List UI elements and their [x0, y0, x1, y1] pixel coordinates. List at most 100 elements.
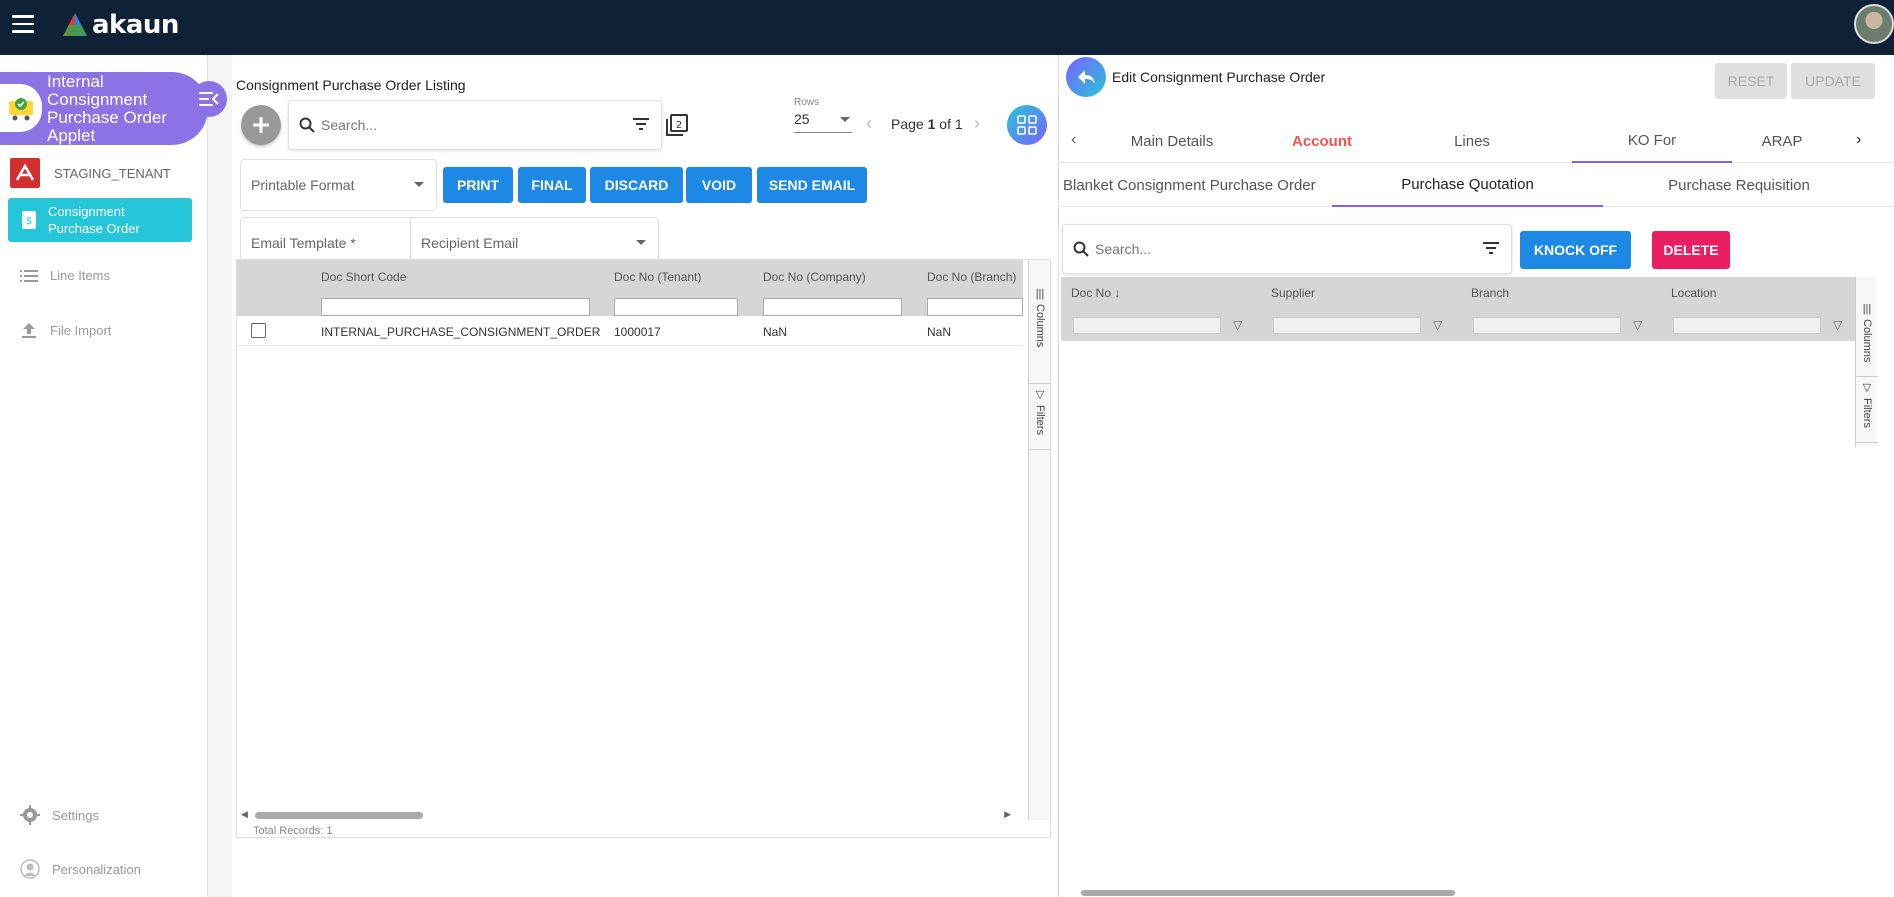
funnel-icon[interactable]: ▽	[1233, 318, 1242, 332]
akaun-logo[interactable]: akaun	[62, 9, 179, 41]
sidebar-item-consignment-purchase-order[interactable]: $ Consignment Purchase Order	[8, 198, 192, 242]
editor-title: Edit Consignment Purchase Order	[1112, 69, 1326, 85]
ko-for-subtabs: Blanket Consignment Purchase Order Purch…	[1059, 163, 1894, 207]
tab-lines[interactable]: Lines	[1397, 119, 1547, 163]
tabs-scroll-left-icon[interactable]: ‹	[1071, 131, 1076, 149]
print-button[interactable]: PRINT	[443, 167, 513, 203]
column-filter-input[interactable]	[1473, 317, 1621, 334]
column-header[interactable]: Location	[1671, 286, 1716, 300]
funnel-icon: ▽	[1035, 389, 1045, 401]
tenant-name: STAGING_TENANT	[54, 165, 171, 181]
column-filter-input[interactable]	[927, 298, 1023, 316]
grid-view-toggle[interactable]	[1007, 105, 1047, 145]
funnel-icon[interactable]: ▽	[1433, 318, 1442, 332]
column-filter-input[interactable]	[1673, 317, 1821, 334]
editor-panel: Edit Consignment Purchase Order RESET UP…	[1058, 55, 1894, 897]
total-records: Total Records: 1	[253, 825, 333, 837]
gear-icon	[20, 805, 40, 825]
table-row[interactable]: INTERNAL_PURCHASE_CONSIGNMENT_ORDER 1000…	[237, 316, 1023, 346]
column-header-doc-no[interactable]: Doc No ↓	[1071, 286, 1120, 300]
subtab-purchase-requisition[interactable]: Purchase Requisition	[1603, 163, 1875, 207]
column-header[interactable]: Supplier	[1271, 286, 1315, 300]
tab-arap[interactable]: ARAP	[1752, 119, 1812, 163]
sidebar-item-settings[interactable]: Settings	[20, 805, 99, 825]
filters-tool-label: Filters	[1861, 398, 1873, 428]
funnel-icon: ▽	[1862, 382, 1872, 394]
filter-icon[interactable]	[633, 118, 649, 130]
columns-tool-button[interactable]: ||| Columns	[1029, 284, 1051, 384]
menu-icon[interactable]	[12, 15, 34, 33]
listing-search-input[interactable]	[321, 117, 621, 133]
columns-tool-label: Columns	[1861, 319, 1873, 363]
discard-button[interactable]: DISCARD	[590, 167, 683, 203]
column-header[interactable]: Doc No (Company)	[763, 270, 866, 284]
scrollbar-thumb[interactable]	[255, 812, 423, 819]
column-filter-input[interactable]	[763, 298, 902, 316]
recipient-email-label: Recipient Email	[421, 235, 519, 251]
sidebar-item-file-import[interactable]: File Import	[20, 322, 111, 338]
tenant-selector[interactable]: STAGING_TENANT	[10, 158, 171, 188]
columns-tool-label: Columns	[1034, 304, 1046, 348]
delete-button[interactable]: DELETE	[1652, 231, 1730, 269]
scroll-left-icon[interactable]: ◀	[241, 809, 248, 820]
subtab-blanket-consignment-purchase-order[interactable]: Blanket Consignment Purchase Order	[1063, 163, 1333, 207]
listing-panel: Consignment Purchase Order Listing 2 Row…	[232, 55, 1057, 897]
column-header[interactable]: Branch	[1471, 286, 1509, 300]
filter-icon[interactable]	[1483, 242, 1499, 254]
listing-search-box	[288, 100, 662, 150]
tab-main-details[interactable]: Main Details	[1097, 119, 1247, 163]
sidebar-item-label: Consignment Purchase Order	[48, 204, 140, 236]
column-filter-input[interactable]	[321, 298, 590, 316]
funnel-icon[interactable]: ▽	[1833, 318, 1842, 332]
chevron-down-icon	[636, 240, 646, 245]
column-filter-input[interactable]	[614, 298, 738, 316]
collapse-sidebar-button[interactable]	[191, 81, 227, 117]
sidebar-item-line-items[interactable]: Line Items	[20, 268, 110, 283]
column-filter-input[interactable]	[1273, 317, 1421, 334]
cell-doc-no-company: NaN	[763, 325, 788, 339]
filters-tool-button[interactable]: ▽ Filters	[1029, 384, 1051, 450]
horizontal-scrollbar[interactable]: ◀ ▶	[241, 809, 1011, 821]
back-button[interactable]	[1066, 57, 1106, 97]
tabs-scroll-right-icon[interactable]: ›	[1856, 131, 1861, 149]
reset-button[interactable]: RESET	[1715, 63, 1787, 99]
sidebar-item-label: File Import	[50, 322, 112, 338]
sidebar-item-personalization[interactable]: Personalization	[20, 859, 141, 879]
scroll-right-icon[interactable]: ▶	[1004, 809, 1011, 820]
column-header[interactable]: Doc No (Tenant)	[614, 270, 701, 284]
printable-format-select[interactable]: Printable Format	[240, 159, 437, 211]
cell-doc-no-branch: NaN	[927, 325, 952, 339]
row-checkbox[interactable]	[251, 323, 266, 338]
column-filter-input[interactable]	[1073, 317, 1221, 334]
multi-select-icon[interactable]: 2	[666, 114, 688, 136]
person-icon	[20, 859, 40, 879]
horizontal-scrollbar[interactable]	[1065, 887, 1855, 897]
brand-name: akaun	[92, 10, 179, 40]
filters-tool-button[interactable]: ▽ Filters	[1856, 377, 1878, 443]
chevron-down-icon	[840, 117, 850, 122]
add-button[interactable]	[241, 105, 281, 145]
column-header[interactable]: Doc No (Branch)	[927, 270, 1016, 284]
final-button[interactable]: FINAL	[518, 167, 586, 203]
tab-ko-for[interactable]: KO For	[1572, 119, 1732, 163]
column-header[interactable]: Doc Short Code	[321, 270, 406, 284]
columns-tool-button[interactable]: ||| Columns	[1856, 301, 1878, 377]
rows-per-page-select[interactable]: 25	[794, 111, 852, 133]
scrollbar-thumb[interactable]	[1081, 890, 1455, 896]
user-avatar[interactable]	[1854, 4, 1894, 44]
funnel-icon[interactable]: ▽	[1633, 318, 1642, 332]
send-email-button[interactable]: SEND EMAIL	[757, 167, 867, 203]
grid-header: Doc No ↓ Supplier Branch Location ▽ ▽ ▽ …	[1061, 277, 1855, 341]
ko-search-input[interactable]	[1095, 241, 1455, 257]
subtab-purchase-quotation[interactable]: Purchase Quotation	[1332, 163, 1603, 207]
tab-account[interactable]: Account	[1247, 119, 1397, 163]
next-page-button[interactable]: ›	[974, 113, 980, 134]
upload-icon	[22, 323, 36, 338]
ko-search-box	[1062, 224, 1512, 274]
columns-icon: |||	[1862, 303, 1872, 315]
knock-off-button[interactable]: KNOCK OFF	[1520, 231, 1631, 269]
previous-page-button[interactable]: ‹	[866, 113, 872, 134]
update-button[interactable]: UPDATE	[1791, 63, 1875, 99]
void-button[interactable]: VOID	[686, 167, 752, 203]
column-header-label: Doc No	[1071, 286, 1112, 300]
